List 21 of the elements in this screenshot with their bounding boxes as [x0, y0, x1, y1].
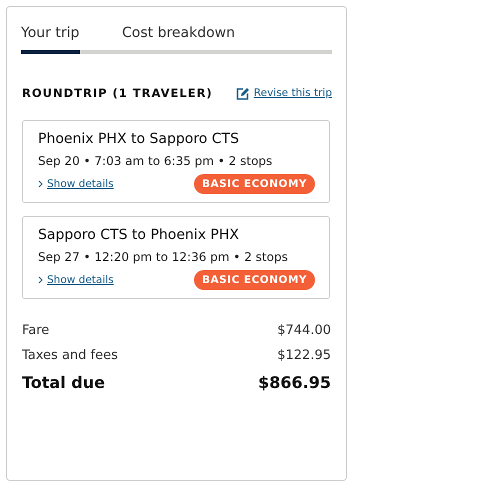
fare-class-badge: BASIC ECONOMY — [194, 270, 315, 290]
tab[interactable]: Cost breakdown — [122, 23, 235, 54]
flight-route: Phoenix PHX to Sapporo CTS — [38, 131, 240, 147]
revise-trip-link[interactable]: Revise this trip — [236, 86, 332, 100]
flight-schedule: Sep 20 • 7:03 am to 6:35 pm • 2 stops — [38, 154, 274, 168]
edit-icon — [236, 86, 250, 100]
show-details-link[interactable]: Show details — [38, 178, 114, 190]
cost-label: Taxes and fees — [22, 348, 118, 363]
flight-route: Sapporo CTS to Phoenix PHX — [38, 227, 240, 243]
trip-heading: ROUNDTRIP (1 TRAVELER) — [22, 86, 213, 100]
show-details-link[interactable]: Show details — [38, 274, 114, 286]
total-label: Total due — [22, 373, 105, 392]
total-amount: $866.95 — [258, 373, 331, 392]
cost-amount: $122.95 — [277, 348, 331, 363]
chevron-right-icon — [38, 180, 43, 188]
chevron-right-icon — [38, 276, 43, 284]
cost-label: Fare — [22, 323, 50, 338]
flight-schedule: Sep 27 • 12:20 pm to 12:36 pm • 2 stops — [38, 250, 289, 264]
tab[interactable]: Your trip — [21, 23, 80, 54]
fare-class-badge: BASIC ECONOMY — [194, 174, 315, 194]
cost-amount: $744.00 — [277, 323, 331, 338]
